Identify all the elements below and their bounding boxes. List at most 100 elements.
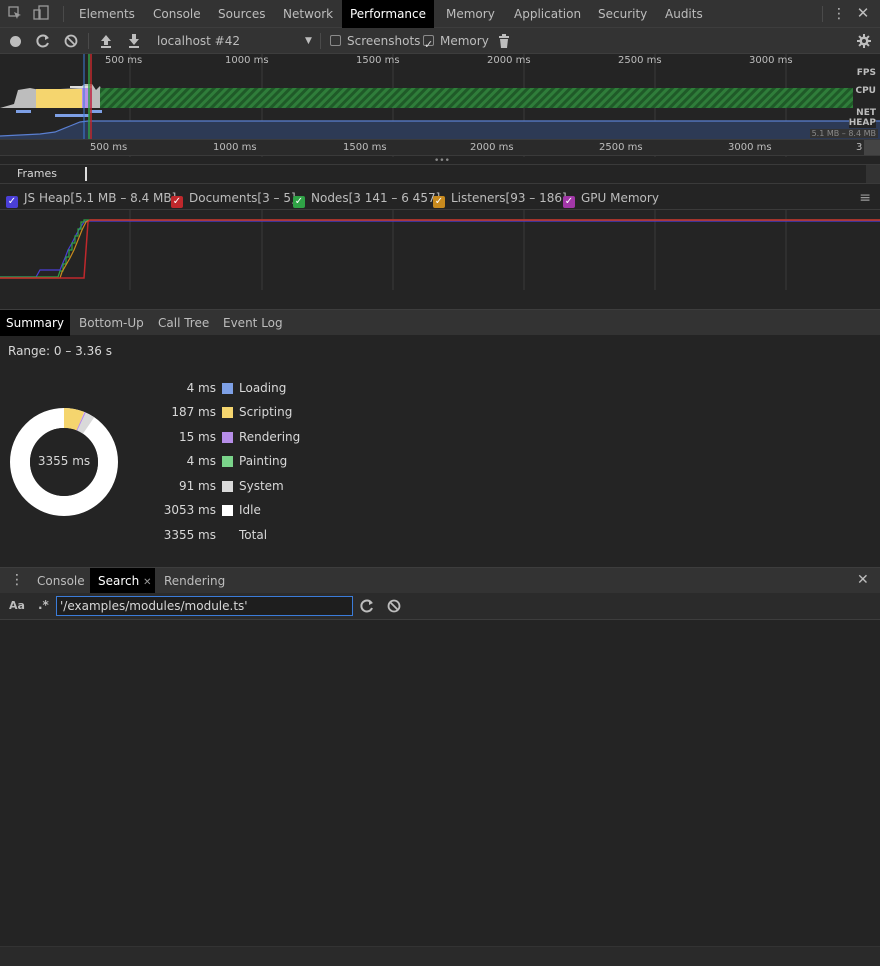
divider	[88, 33, 89, 49]
checkbox-checked-icon: ✓	[6, 196, 18, 208]
tab-elements[interactable]: Elements	[70, 0, 144, 28]
trash-icon[interactable]	[498, 33, 510, 49]
swatch	[222, 383, 233, 394]
legend-listeners[interactable]: ✓ Listeners[93 – 186]	[433, 190, 567, 208]
summary-label: System	[239, 479, 284, 493]
drawer-tab-console[interactable]: Console	[37, 568, 85, 594]
record-icon[interactable]	[10, 36, 21, 47]
heap-label: HEAP	[848, 118, 876, 128]
refresh-icon[interactable]	[359, 598, 375, 614]
tab-event-log[interactable]: Event Log	[223, 310, 283, 336]
drawer-tab-search[interactable]: Search ✕	[90, 568, 155, 594]
details-tab-bar: Summary Bottom-Up Call Tree Event Log	[0, 309, 880, 336]
summary-row-system: 91 ms System	[156, 476, 356, 496]
overview-tick: 2500 ms	[618, 55, 662, 66]
checkbox-icon	[330, 35, 341, 46]
summary-value: 4 ms	[186, 454, 216, 468]
counters-chart	[0, 210, 880, 290]
tab-sources[interactable]: Sources	[209, 0, 274, 28]
tab-security[interactable]: Security	[589, 0, 656, 28]
scrollbar[interactable]	[866, 165, 880, 183]
tab-network[interactable]: Network	[274, 0, 342, 28]
tab-console[interactable]: Console	[144, 0, 210, 28]
close-tab-icon[interactable]: ✕	[143, 577, 151, 588]
ruler-tick: 3	[856, 142, 863, 153]
regex-toggle[interactable]: .*	[38, 598, 49, 612]
ruler-tick: 500 ms	[90, 142, 128, 153]
tab-call-tree[interactable]: Call Tree	[158, 310, 209, 336]
close-drawer-icon[interactable]: ✕	[857, 572, 869, 588]
device-toolbar-icon[interactable]	[33, 5, 49, 21]
summary-label: Rendering	[239, 430, 301, 444]
summary-row-painting: 4 ms Painting	[156, 451, 356, 471]
legend-js-heap[interactable]: ✓ JS Heap[5.1 MB – 8.4 MB]	[6, 190, 177, 208]
ruler-tick: 1500 ms	[343, 142, 387, 153]
swatch	[222, 456, 233, 467]
performance-toolbar: localhost #42 ▼ Screenshots Memory	[0, 28, 880, 58]
chevron-down-icon[interactable]: ▼	[305, 28, 312, 54]
reload-icon[interactable]	[35, 33, 51, 49]
summary-value: 4 ms	[186, 381, 216, 395]
frame-marker	[85, 167, 87, 181]
swatch	[222, 432, 233, 443]
drawer-tab-rendering[interactable]: Rendering	[164, 568, 225, 594]
swatch	[222, 481, 233, 492]
memory-counters-graph[interactable]	[0, 210, 880, 290]
scrollbar[interactable]	[864, 140, 880, 155]
match-case-toggle[interactable]: Aa	[9, 599, 25, 612]
divider	[822, 6, 823, 22]
search-input[interactable]	[56, 596, 353, 616]
legend-nodes[interactable]: ✓ Nodes[3 141 – 6 457]	[293, 190, 440, 208]
frames-track[interactable]: Frames	[0, 164, 880, 184]
overview-tick: 500 ms	[105, 55, 143, 66]
legend-label: Documents[3 – 5]	[189, 191, 296, 205]
drawer-tab-bar: ⋮ Console Search ✕ Rendering ✕	[0, 567, 880, 594]
clear-icon[interactable]	[63, 33, 79, 49]
summary-label: Scripting	[239, 405, 293, 419]
drawer-tab-label: Search	[98, 574, 140, 588]
drawer-menu-icon[interactable]: ⋮	[10, 572, 24, 588]
close-icon[interactable]: ✕	[855, 4, 871, 22]
clear-search-icon[interactable]	[386, 598, 402, 614]
menu-icon[interactable]: ≡	[859, 190, 871, 206]
overview-tick: 1500 ms	[356, 55, 400, 66]
checkbox-checked-icon: ✓	[293, 196, 305, 208]
summary-label: Idle	[239, 503, 261, 517]
legend-label: GPU Memory	[581, 191, 659, 205]
checkbox-checked-icon: ✓	[563, 196, 575, 208]
memory-label: Memory	[440, 34, 489, 48]
profile-select[interactable]: localhost #42	[157, 28, 240, 54]
swatch	[222, 505, 233, 516]
load-profile-icon[interactable]	[99, 33, 113, 49]
swatch	[222, 407, 233, 418]
summary-value: 3053 ms	[163, 503, 216, 517]
memory-counters-legend: ✓ JS Heap[5.1 MB – 8.4 MB] ✓ Documents[3 –…	[0, 186, 880, 210]
legend-gpu-memory[interactable]: ✓ GPU Memory	[563, 190, 659, 208]
summary-label: Painting	[239, 454, 288, 468]
summary-row-rendering: 15 ms Rendering	[156, 427, 356, 447]
tab-memory[interactable]: Memory	[437, 0, 504, 28]
fps-label: FPS	[856, 68, 876, 78]
search-results-area	[0, 620, 880, 946]
legend-label: Listeners[93 – 186]	[451, 191, 567, 205]
ruler-tick: 2000 ms	[470, 142, 514, 153]
save-profile-icon[interactable]	[127, 33, 141, 49]
checkbox-checked-icon: ✓	[171, 196, 183, 208]
tab-bottom-up[interactable]: Bottom-Up	[79, 310, 144, 336]
tab-application[interactable]: Application	[505, 0, 590, 28]
ruler-tick: 3000 ms	[728, 142, 772, 153]
inspect-element-icon[interactable]	[8, 6, 22, 20]
cpu-label: CPU	[855, 86, 876, 96]
screenshots-checkbox[interactable]: Screenshots	[330, 28, 420, 54]
memory-checkbox[interactable]: Memory	[423, 28, 489, 58]
more-options-icon[interactable]: ⋮	[832, 5, 846, 23]
tab-audits[interactable]: Audits	[656, 0, 712, 28]
gear-icon[interactable]	[856, 33, 872, 49]
summary-value: 91 ms	[178, 479, 216, 493]
tab-summary[interactable]: Summary	[0, 310, 70, 336]
ruler-tick: 1000 ms	[213, 142, 257, 153]
legend-documents[interactable]: ✓ Documents[3 – 5]	[171, 190, 296, 208]
screenshots-label: Screenshots	[347, 34, 421, 48]
legend-label: JS Heap[5.1 MB – 8.4 MB]	[24, 191, 177, 205]
tab-performance[interactable]: Performance	[342, 0, 434, 28]
